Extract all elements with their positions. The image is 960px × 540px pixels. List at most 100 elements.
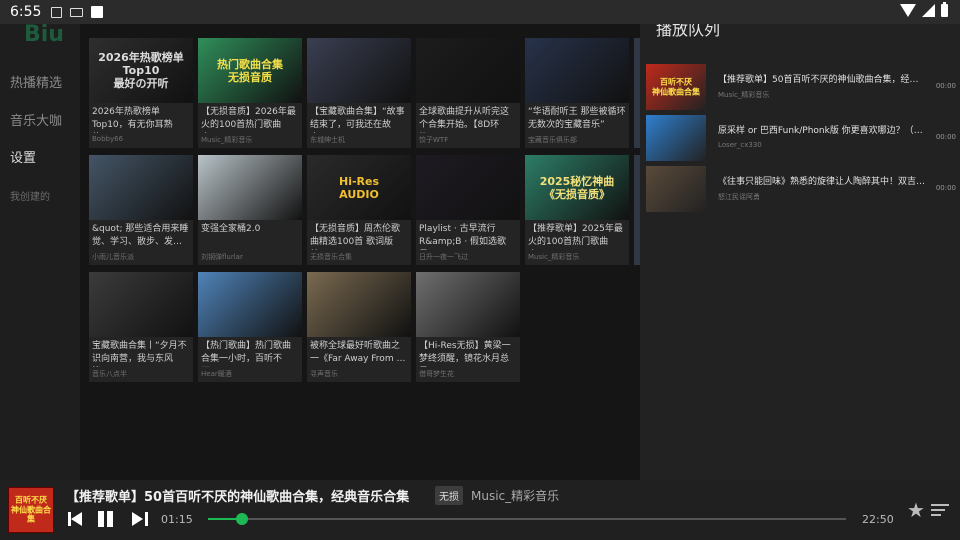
playlist-author: 寻声音乐 (310, 370, 338, 378)
playlist-card[interactable]: 【宝藏歌曲合集】“故事结束了，可我还在故事… 东城绅士机 (307, 38, 411, 148)
now-playing-artist: Music_精彩音乐 (471, 489, 560, 503)
queue-icon-line (931, 509, 945, 511)
wifi-icon (900, 4, 916, 17)
playlist-cover (198, 272, 302, 337)
queue-icon-line (931, 504, 949, 506)
sidebar-item-featured[interactable]: 热播精选 (10, 72, 62, 91)
playlist-card[interactable]: 2026年热歌榜单Top10 最好の开听 2026年热歌榜单Top10，有无你耳熟… (89, 38, 193, 148)
playlist-author: Bobby66 (92, 135, 124, 143)
queue-item-title: 《往事只能回味》熟悉的旋律让人陶醉其中！双吉他… (718, 177, 926, 187)
playlist-title: 【宝藏歌曲合集】“故事结束了，可我还在故事… (310, 107, 405, 130)
playlist-card[interactable]: 宝藏歌曲合集丨“夕月不识向南营，我与东风皆… 音乐八点半 (89, 272, 193, 382)
now-playing-cover[interactable]: 百听不厌 神仙歌曲合集 (8, 487, 54, 533)
playlist-cover-text: 2025秘忆神曲 《无损音质》 (539, 174, 615, 201)
playlist-cover: Hi-Res AUDIO (307, 155, 411, 220)
playlist-author: 日升一夜一飞过 (419, 253, 468, 261)
playlist-cover-text: 热门歌曲合集 无损音质 (217, 57, 283, 84)
playlist-title: 【无损音质】周杰伦歌曲精选100首 歌词版纯… (310, 224, 401, 247)
playlist-cover (89, 155, 193, 220)
pause-icon (98, 511, 104, 527)
sidebar-item-settings[interactable]: 设置 (10, 147, 36, 166)
playlist-card[interactable]: 被称全球最好听歌曲之一《Far Away From … 寻声音乐 (307, 272, 411, 382)
playlist-card[interactable]: &quot; 那些适合用来睡觉、学习、散步、发… 小雨儿音乐派 (89, 155, 193, 265)
playlist-card[interactable]: 【Hi-Res无损】黄梁一梦终须醒，镜花水月总是… 借哥梦生花 (416, 272, 520, 382)
pause-button[interactable] (96, 510, 114, 528)
queue-item-cover (646, 166, 706, 212)
queue-title: 播放队列 (656, 24, 721, 39)
playlist-cover (416, 38, 520, 103)
playlist-title: 【Hi-Res无损】黄梁一梦终须醒，镜花水月总是… (419, 341, 511, 364)
playlist-author: 小雨儿音乐派 (92, 253, 134, 261)
app-notification-icon (91, 6, 104, 18)
playlist-title: 全球歌曲提升从听完这个合集开始。【8D环绕… (419, 107, 510, 130)
pause-icon-bar (107, 511, 113, 527)
queue-item-duration: 00:00 (935, 184, 956, 192)
playlist-author: Hear暖酒 (201, 370, 232, 378)
previous-icon-arrow (71, 512, 82, 526)
battery-icon (941, 2, 948, 17)
previous-button[interactable] (68, 510, 86, 528)
lossless-badge: 无损 (435, 486, 463, 505)
queue-item-duration: 00:00 (935, 82, 956, 90)
playlist-card[interactable]: 热门歌曲合集 无损音质【无损音质】2026年最火的100首热门歌曲合… Music… (198, 38, 302, 148)
playlist-card[interactable]: Playlist · 古早流行R&amp;B · 假如选歌是… 日升一夜一飞过 (416, 155, 520, 265)
playlist-author: 东城绅士机 (310, 136, 345, 144)
playlist-cover: 热门歌曲合集 无损音质 (198, 38, 302, 103)
next-button[interactable] (130, 510, 148, 528)
playlist-title: 【热门歌曲】热门歌曲合集一小时，百听不厌… (201, 341, 292, 364)
playlist-queue-icon[interactable] (931, 504, 949, 518)
queue-item-duration: 00:00 (935, 133, 956, 141)
queue-item-cover-text: 百听不厌 神仙歌曲合集 (652, 77, 700, 96)
app-logo: Biu (24, 22, 64, 47)
sidebar: Biu 热播精选 音乐大咖 设置 我创建的 (0, 22, 80, 480)
playlist-cover (89, 272, 193, 337)
total-time: 22:50 (862, 513, 894, 526)
playlist-title: 2026年热歌榜单Top10，有无你耳熟的… (92, 107, 173, 130)
now-playing-cover-text: 百听不厌 神仙歌曲合集 (11, 495, 51, 524)
playlist-grid: 2026年热歌榜单Top10 最好の开听 2026年热歌榜单Top10，有无你耳熟… (80, 24, 640, 480)
playlist-cover (198, 155, 302, 220)
playlist-title: Playlist · 古早流行R&amp;B · 假如选歌是… (419, 224, 507, 247)
status-time: 6:55 (10, 4, 42, 20)
queue-item[interactable]: 《往事只能回味》熟悉的旋律让人陶醉其中！双吉他… 怒江民谣阿勇 00:00 (646, 166, 956, 212)
player-bar: 百听不厌 神仙歌曲合集 【推荐歌单】50首百听不厌的神仙歌曲合集，经典音乐合集 … (0, 480, 960, 540)
playlist-title: 宝藏歌曲合集丨“夕月不识向南营，我与东风皆… (92, 341, 187, 364)
queue-item[interactable]: 原采样 or 巴西Funk/Phonk版 你更喜欢哪边？（九） Loser_cx… (646, 115, 956, 161)
playlist-card[interactable]: Hi-Res AUDIO 【无损音质】周杰伦歌曲精选100首 歌词版纯… 无损音乐合… (307, 155, 411, 265)
playlist-title: 【无损音质】2026年最火的100首热门歌曲合… (201, 107, 296, 130)
playlist-card[interactable]: 变强全家桶2.0 刘钢弹flurlar (198, 155, 302, 265)
progress-slider[interactable] (208, 513, 846, 525)
sidebar-item-my-created[interactable]: 我创建的 (10, 188, 50, 203)
signal-icon (922, 4, 935, 17)
playlist-card[interactable]: “华语耐听王 那些被循环无数次的宝藏音乐” 宝藏音乐俱乐部 (525, 38, 629, 148)
playlist-cover (307, 38, 411, 103)
queue-item-author: Loser_cx330 (718, 141, 762, 149)
playlist-author: Music_精彩音乐 (528, 253, 580, 261)
playlist-cover-text: 2026年热歌榜单Top10 最好の开听 (98, 50, 184, 91)
next-icon-bar (145, 512, 148, 526)
playlist-title: “华语耐听王 那些被循环无数次的宝藏音乐” (528, 107, 626, 130)
queue-item[interactable]: 百听不厌 神仙歌曲合集 【推荐歌单】50首百听不厌的神仙歌曲合集，经典音… Mu… (646, 64, 956, 110)
queue-item-title: 原采样 or 巴西Funk/Phonk版 你更喜欢哪边？（九） (718, 126, 926, 136)
playlist-card[interactable]: 【热门歌曲】热门歌曲合集一小时，百听不厌… Hear暖酒 (198, 272, 302, 382)
playlist-author: 宝藏音乐俱乐部 (528, 136, 577, 144)
sidebar-item-artists[interactable]: 音乐大咖 (10, 110, 62, 129)
image-notification-icon (51, 6, 63, 18)
playlist-title: &quot; 那些适合用来睡觉、学习、散步、发… (92, 224, 189, 247)
playlist-author: 音乐八点半 (92, 370, 127, 378)
playlist-card[interactable]: 2025秘忆神曲 《无损音质》【推荐歌单】2025年最火的100首热门歌曲合… M… (525, 155, 629, 265)
queue-item-cover: 百听不厌 神仙歌曲合集 (646, 64, 706, 110)
playlist-title: 【推荐歌单】2025年最火的100首热门歌曲合… (528, 224, 623, 247)
queue-item-author: 怒江民谣阿勇 (718, 193, 760, 201)
queue-item-cover (646, 115, 706, 161)
queue-item-title: 【推荐歌单】50首百听不厌的神仙歌曲合集，经典音… (718, 75, 926, 85)
keyboard-icon (70, 7, 84, 17)
favorite-star-icon[interactable]: ★ (907, 500, 925, 520)
next-icon (132, 512, 143, 526)
now-playing-title: 【推荐歌单】50首百听不厌的神仙歌曲合集，经典音乐合集 (66, 490, 410, 505)
playlist-cover (416, 155, 520, 220)
playlist-card[interactable]: 全球歌曲提升从听完这个合集开始。【8D环绕… 饺子WTF (416, 38, 520, 148)
progress-knob[interactable] (235, 513, 248, 525)
playlist-cover (525, 38, 629, 103)
playlist-cover (307, 272, 411, 337)
